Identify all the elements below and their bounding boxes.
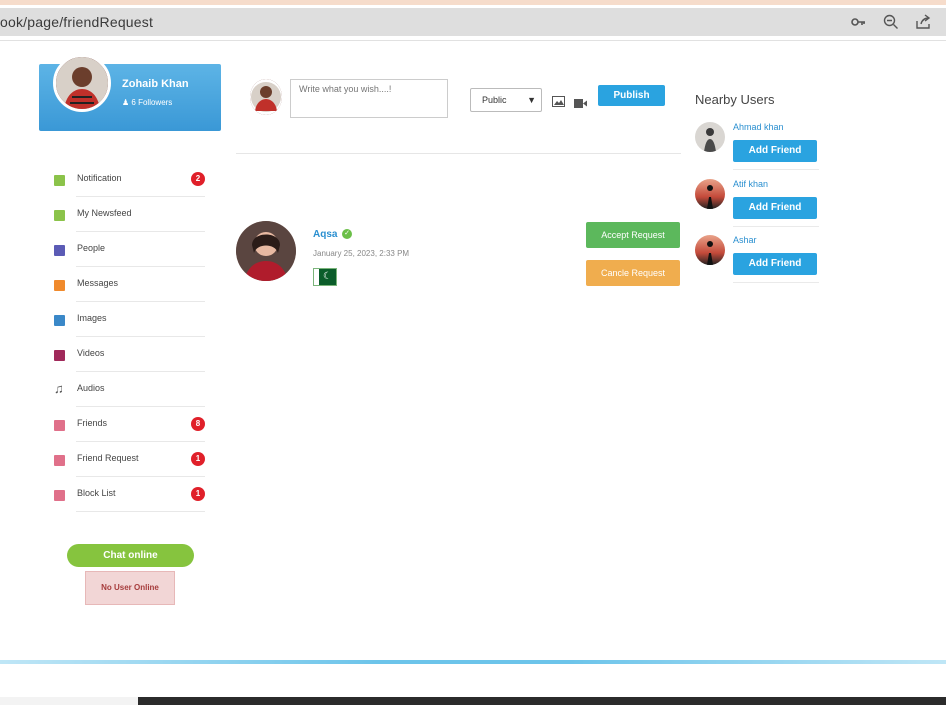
sidebar-item-images[interactable]: Images	[50, 302, 210, 337]
sidebar-item-notification[interactable]: Notification 2	[50, 162, 210, 197]
sidebar-item-videos[interactable]: Videos	[50, 337, 210, 372]
top-accent-strip	[0, 0, 946, 5]
newsfeed-icon	[54, 210, 65, 221]
add-friend-button[interactable]: Add Friend	[733, 253, 817, 275]
count-badge: 1	[191, 487, 205, 501]
followers-icon: ♟	[122, 98, 130, 107]
images-icon	[54, 315, 65, 326]
sidebar-item-label: Friends	[77, 418, 108, 428]
friends-icon	[54, 420, 65, 431]
followers-count: 6 Followers	[131, 98, 173, 107]
add-friend-button[interactable]: Add Friend	[733, 197, 817, 219]
people-icon	[54, 245, 65, 256]
messages-icon	[54, 280, 65, 291]
nearby-user-avatar[interactable]	[695, 235, 725, 265]
divider	[733, 282, 819, 283]
publish-button[interactable]: Publish	[598, 85, 665, 106]
divider	[733, 226, 819, 227]
sidebar-item-friend-request[interactable]: Friend Request 1	[50, 442, 210, 477]
nearby-user-avatar[interactable]	[695, 179, 725, 209]
chevron-down-icon: ▼	[527, 95, 536, 105]
add-friend-button[interactable]: Add Friend	[733, 140, 817, 162]
cancel-request-button[interactable]: Cancle Request	[586, 260, 680, 286]
composer-divider	[236, 153, 681, 154]
sidebar-menu: Notification 2 My Newsfeed People Messages Im…	[50, 162, 210, 512]
address-bar[interactable]: ook/page/friendRequest	[0, 8, 946, 36]
privacy-select[interactable]: Public ▼	[470, 88, 542, 112]
sidebar-item-label: Block List	[77, 488, 116, 498]
footer-divider	[0, 660, 946, 664]
nearby-user-name[interactable]: Ahmad khan	[733, 122, 784, 132]
sidebar-item-people[interactable]: People	[50, 232, 210, 267]
friend-request-icon	[54, 455, 65, 466]
nearby-user-item: Ahmad khan Add Friend	[695, 122, 820, 172]
nearby-user-item: Atif khan Add Friend	[695, 179, 820, 229]
zoom-out-icon[interactable]	[883, 14, 899, 30]
request-avatar[interactable]	[236, 221, 296, 281]
no-user-online-notice: No User Online	[85, 571, 175, 605]
sidebar-item-messages[interactable]: Messages	[50, 267, 210, 302]
sidebar-item-label: Audios	[77, 383, 105, 393]
nearby-user-name[interactable]: Atif khan	[733, 179, 768, 189]
request-date: January 25, 2023, 2:33 PM	[313, 249, 410, 258]
accept-request-button[interactable]: Accept Request	[586, 222, 680, 248]
nearby-user-name[interactable]: Ashar	[733, 235, 757, 245]
block-list-icon	[54, 490, 65, 501]
image-upload-icon[interactable]	[552, 94, 565, 112]
taskbar-left	[0, 697, 138, 705]
url-text[interactable]: ook/page/friendRequest	[0, 14, 153, 30]
divider	[76, 511, 205, 512]
count-badge: 8	[191, 417, 205, 431]
share-icon[interactable]	[915, 14, 931, 30]
sidebar-item-label: Images	[77, 313, 107, 323]
sidebar-item-my-newsfeed[interactable]: My Newsfeed	[50, 197, 210, 232]
music-icon: ♫	[54, 381, 64, 396]
sidebar-item-label: My Newsfeed	[77, 208, 132, 218]
privacy-value: Public	[482, 95, 507, 105]
request-name[interactable]: Aqsa	[313, 229, 337, 240]
sidebar-item-label: Notification	[77, 173, 122, 183]
sidebar-item-friends[interactable]: Friends 8	[50, 407, 210, 442]
sidebar-item-label: People	[77, 243, 106, 253]
nearby-users-title: Nearby Users	[695, 92, 775, 107]
post-composer-input[interactable]	[290, 79, 448, 118]
sidebar-item-block-list[interactable]: Block List 1	[50, 477, 210, 512]
profile-followers: ♟ 6 Followers	[122, 98, 172, 107]
toolbar-divider	[0, 40, 946, 41]
nearby-user-item: Ashar Add Friend	[695, 235, 820, 285]
composer-avatar	[250, 79, 282, 115]
notification-icon	[54, 175, 65, 186]
profile-name[interactable]: Zohaib Khan	[122, 78, 189, 90]
pakistan-flag-icon: ☾	[313, 268, 337, 286]
count-badge: 2	[191, 172, 205, 186]
sidebar-item-label: Messages	[77, 278, 119, 288]
chat-online-button[interactable]: Chat online	[67, 544, 194, 567]
profile-card[interactable]: Zohaib Khan ♟ 6 Followers	[39, 54, 221, 131]
taskbar	[138, 697, 946, 705]
nearby-user-avatar[interactable]	[695, 122, 725, 152]
profile-avatar[interactable]	[53, 54, 111, 112]
video-upload-icon[interactable]	[574, 95, 587, 113]
key-icon[interactable]	[850, 14, 866, 30]
videos-icon	[54, 350, 65, 361]
sidebar-item-label: Friend Request	[77, 453, 139, 463]
sidebar-item-audios[interactable]: ♫ Audios	[50, 372, 210, 407]
count-badge: 1	[191, 452, 205, 466]
divider	[733, 169, 819, 170]
verified-icon: ✓	[342, 229, 352, 239]
sidebar-item-label: Videos	[77, 348, 105, 358]
